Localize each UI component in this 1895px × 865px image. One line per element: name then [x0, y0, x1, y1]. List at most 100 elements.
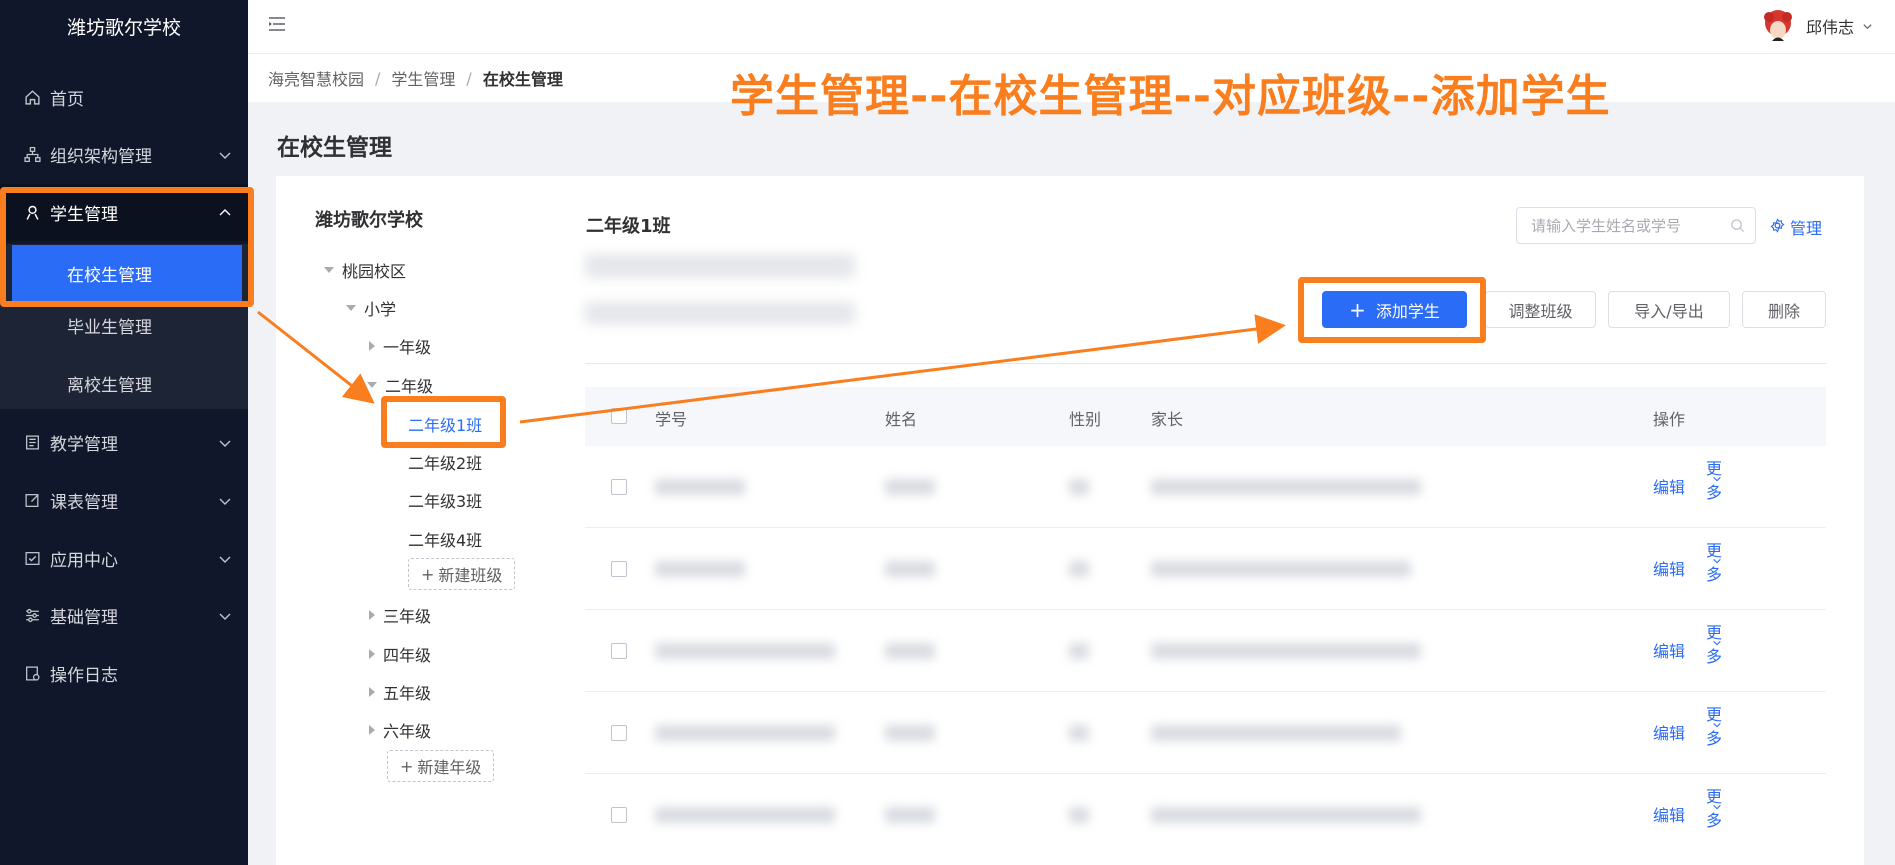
- new-grade-button[interactable]: + 新建年级: [387, 750, 495, 782]
- teaching-icon: [22, 433, 42, 453]
- breadcrumb-item-student[interactable]: 学生管理: [391, 66, 455, 90]
- select-all-checkbox[interactable]: [611, 408, 627, 424]
- row-checkbox[interactable]: [611, 643, 627, 659]
- table-row: 编辑 更多: [585, 692, 1826, 774]
- tree-label: 三年级: [383, 607, 432, 626]
- divider: [585, 363, 1826, 364]
- edit-link[interactable]: 编辑: [1653, 638, 1685, 662]
- student-search-input[interactable]: 请输入学生姓名或学号: [1516, 207, 1756, 244]
- chevron-down-icon: [218, 435, 232, 455]
- adjust-class-button[interactable]: 调整班级: [1485, 291, 1596, 328]
- edit-link[interactable]: 编辑: [1653, 802, 1685, 826]
- row-checkbox[interactable]: [611, 725, 627, 741]
- tree-node-grade-2[interactable]: 二年级: [367, 373, 433, 397]
- search-icon: [1730, 218, 1745, 237]
- breadcrumb-item-home[interactable]: 海亮智慧校园: [268, 66, 364, 90]
- more-dropdown[interactable]: 更多: [1706, 623, 1722, 666]
- blurred-cell: [1069, 479, 1089, 495]
- submenu-item-current-students[interactable]: 在校生管理: [12, 245, 242, 302]
- menu-item-basic[interactable]: 基础管理: [0, 587, 248, 644]
- caret-right-icon: [369, 610, 375, 620]
- caret-right-icon: [369, 341, 375, 351]
- tree-node-grade-6[interactable]: 六年级: [369, 718, 431, 742]
- avatar: [1763, 10, 1792, 41]
- new-class-label: 新建班级: [438, 566, 503, 585]
- tree-node-grade-5[interactable]: 五年级: [369, 680, 431, 704]
- delete-button[interactable]: 删除: [1742, 291, 1826, 328]
- menu-item-home[interactable]: 首页: [0, 69, 248, 126]
- tree-label: 六年级: [383, 722, 432, 741]
- tree-label: 五年级: [383, 684, 432, 703]
- row-checkbox[interactable]: [611, 807, 627, 823]
- more-dropdown[interactable]: 更多: [1706, 459, 1722, 502]
- tree-node-grade-3[interactable]: 三年级: [369, 603, 431, 627]
- submenu-item-graduates[interactable]: 毕业生管理: [0, 297, 248, 354]
- schedule-icon: [22, 491, 42, 511]
- breadcrumb-separator: /: [375, 68, 381, 88]
- more-dropdown[interactable]: 更多: [1706, 705, 1722, 748]
- row-checkbox[interactable]: [611, 561, 627, 577]
- org-icon: [22, 145, 42, 165]
- edit-link[interactable]: 编辑: [1653, 474, 1685, 498]
- menu-label-schedule: 课表管理: [50, 493, 118, 513]
- blurred-cell: [885, 643, 935, 659]
- submenu-item-left-students[interactable]: 离校生管理: [0, 355, 248, 412]
- user-menu[interactable]: 邱伟志: [1760, 8, 1873, 44]
- tree-node-grade-1[interactable]: 一年级: [369, 334, 431, 358]
- new-class-button[interactable]: + 新建班级: [408, 558, 516, 590]
- tree-node-class-3[interactable]: 二年级3班: [408, 488, 482, 512]
- blurred-cell: [655, 561, 745, 577]
- menu-label-home: 首页: [50, 90, 84, 110]
- blurred-cell: [1069, 807, 1089, 823]
- import-export-button[interactable]: 导入/导出: [1608, 291, 1730, 328]
- manage-link[interactable]: 管理: [1770, 215, 1822, 239]
- top-bar: 邱伟志: [248, 0, 1895, 54]
- tree-node-level[interactable]: 小学: [346, 296, 396, 320]
- menu-label-apps: 应用中心: [50, 551, 118, 571]
- tree-node-class-1[interactable]: 二年级1班: [408, 412, 482, 436]
- menu-item-apps[interactable]: 应用中心: [0, 530, 248, 587]
- menu-item-org[interactable]: 组织架构管理: [0, 126, 248, 183]
- column-header-gender: 性别: [1069, 410, 1102, 429]
- chevron-down-icon: [218, 147, 232, 167]
- menu-item-student[interactable]: 学生管理: [0, 184, 248, 241]
- tree-label: 一年级: [383, 338, 432, 357]
- add-student-button[interactable]: + 添加学生: [1322, 291, 1467, 328]
- blurred-cell: [1069, 725, 1089, 741]
- edit-link[interactable]: 编辑: [1653, 720, 1685, 744]
- more-dropdown[interactable]: 更多: [1706, 787, 1722, 830]
- more-label: 更多: [1706, 541, 1723, 584]
- edit-link[interactable]: 编辑: [1653, 556, 1685, 580]
- caret-right-icon: [369, 725, 375, 735]
- caret-right-icon: [369, 649, 375, 659]
- class-title: 二年级1班: [586, 216, 671, 237]
- tree-label: 二年级: [385, 377, 434, 396]
- plus-icon: +: [400, 756, 414, 776]
- new-grade-label: 新建年级: [417, 758, 482, 777]
- tree-node-class-4[interactable]: 二年级4班: [408, 527, 482, 551]
- table-row: 编辑 更多: [585, 446, 1826, 528]
- column-header-name: 姓名: [885, 410, 918, 429]
- more-dropdown[interactable]: 更多: [1706, 541, 1722, 584]
- column-header-actions: 操作: [1653, 410, 1686, 429]
- menu-label-student: 学生管理: [50, 205, 118, 225]
- menu-label-basic: 基础管理: [50, 608, 118, 628]
- menu-item-schedule[interactable]: 课表管理: [0, 472, 248, 529]
- table-row: 编辑 更多: [585, 774, 1826, 856]
- menu-item-log[interactable]: 操作日志: [0, 645, 248, 702]
- class-info-blurred: [585, 254, 855, 278]
- menu-toggle-icon[interactable]: [268, 16, 286, 36]
- caret-right-icon: [369, 687, 375, 697]
- row-checkbox[interactable]: [611, 479, 627, 495]
- tree-node-grade-4[interactable]: 四年级: [369, 642, 431, 666]
- more-label: 更多: [1706, 623, 1723, 666]
- tree-node-class-2[interactable]: 二年级2班: [408, 450, 482, 474]
- home-icon: [22, 88, 42, 108]
- log-icon: [22, 664, 42, 684]
- menu-item-teaching[interactable]: 教学管理: [0, 414, 248, 471]
- blurred-cell: [1069, 561, 1089, 577]
- chevron-down-icon: [1862, 17, 1873, 36]
- tree-root[interactable]: 潍坊歌尔学校: [315, 206, 423, 232]
- blurred-cell: [1151, 479, 1421, 495]
- tree-node-campus[interactable]: 桃园校区: [324, 258, 406, 282]
